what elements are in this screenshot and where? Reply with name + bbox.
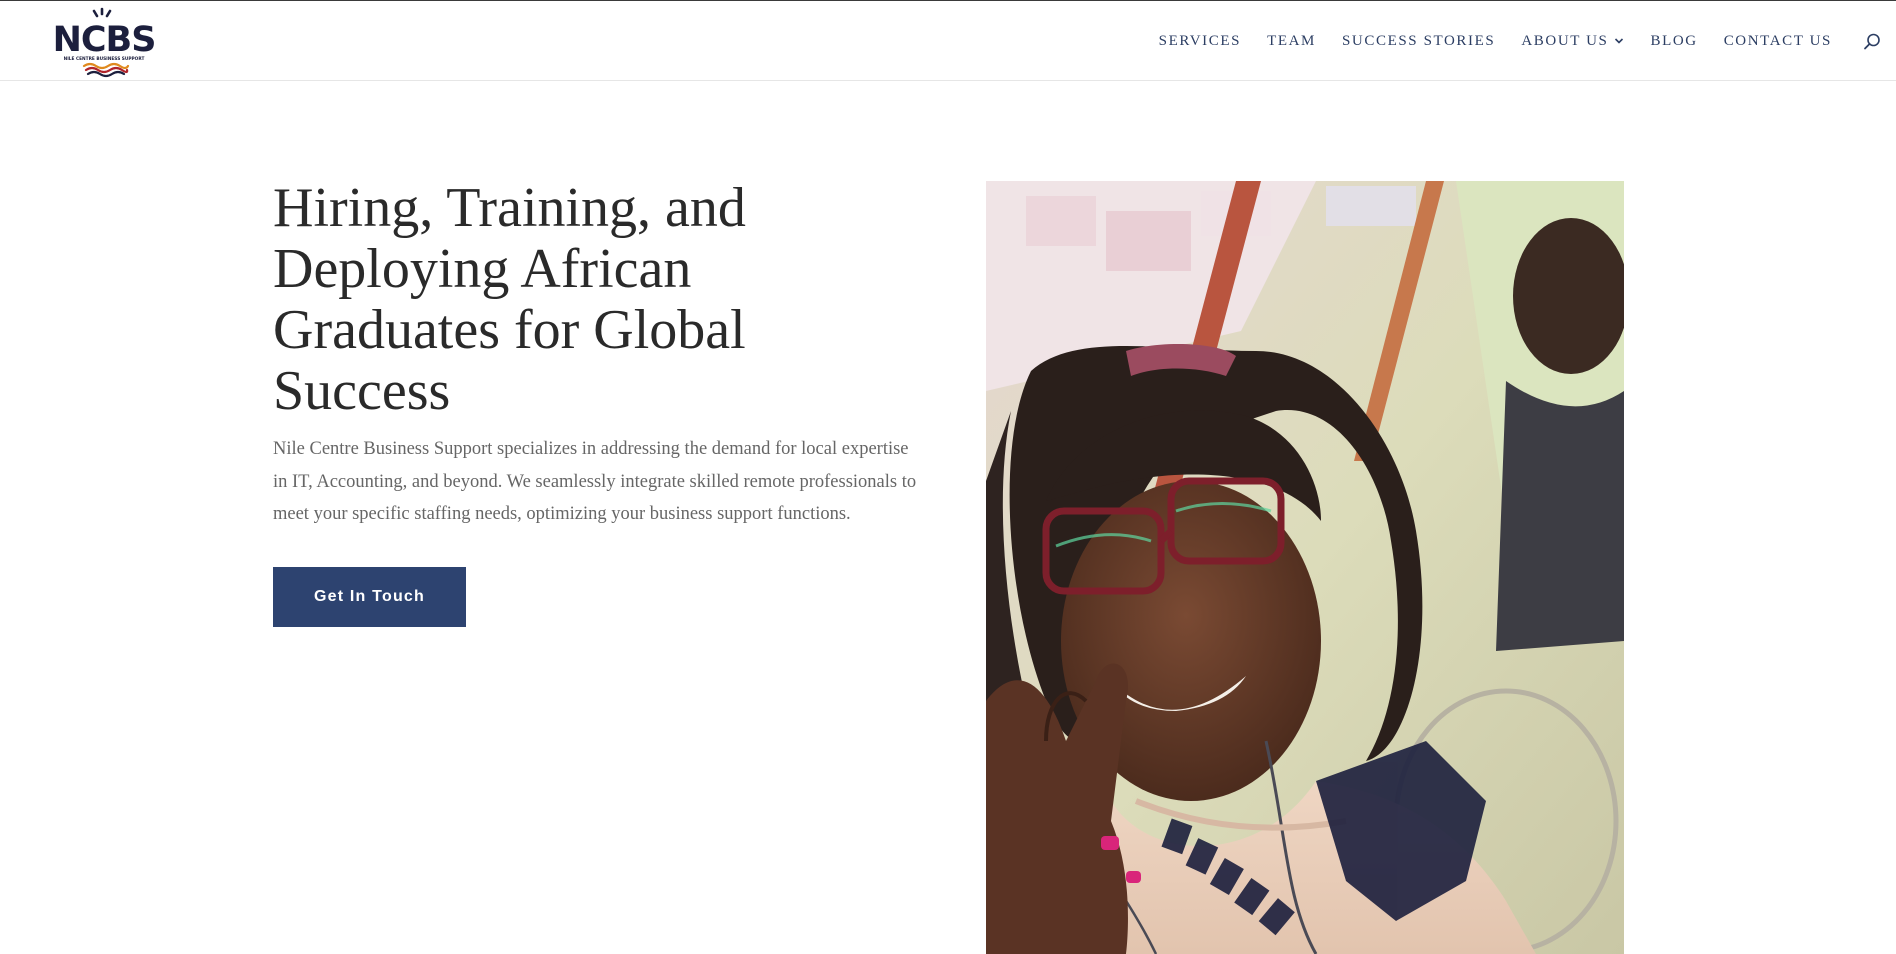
svg-text:NILE CENTRE BUSINESS SUPPORT: NILE CENTRE BUSINESS SUPPORT (64, 56, 145, 62)
nav-item-label: BLOG (1650, 32, 1698, 49)
nav-item-contact-us[interactable]: CONTACT US (1724, 33, 1832, 50)
nav-item-label: CONTACT US (1723, 32, 1832, 49)
search-icon[interactable] (1862, 32, 1882, 52)
logo[interactable]: NCBS NILE CENTRE BUSINESS SUPPORT (50, 7, 158, 79)
svg-text:NCBS: NCBS (53, 20, 156, 60)
nav-item-label: SERVICES (1158, 32, 1242, 49)
hero-description: Nile Centre Business Support specializes… (273, 439, 917, 524)
site-header: NCBS NILE CENTRE BUSINESS SUPPORT SERVIC… (0, 1, 1896, 81)
nav-item-about-us[interactable]: ABOUT US (1521, 33, 1624, 50)
nav-item-team[interactable]: TEAM (1267, 33, 1316, 50)
hero-image (986, 181, 1624, 954)
chevron-down-icon (1614, 37, 1624, 45)
nav-item-blog[interactable]: BLOG (1650, 33, 1697, 50)
get-in-touch-button[interactable]: Get In Touch (273, 567, 466, 627)
hero-title: Hiring, Training, and Deploying African … (273, 177, 746, 422)
nav-item-label: ABOUT US (1521, 32, 1609, 49)
nav-item-services[interactable]: SERVICES (1159, 33, 1241, 50)
nav-item-label: SUCCESS STORIES (1341, 32, 1496, 49)
main-nav: SERVICES TEAM SUCCESS STORIES ABOUT US B… (1159, 1, 1832, 81)
nav-item-success-stories[interactable]: SUCCESS STORIES (1342, 33, 1495, 50)
nav-item-label: TEAM (1267, 32, 1316, 49)
